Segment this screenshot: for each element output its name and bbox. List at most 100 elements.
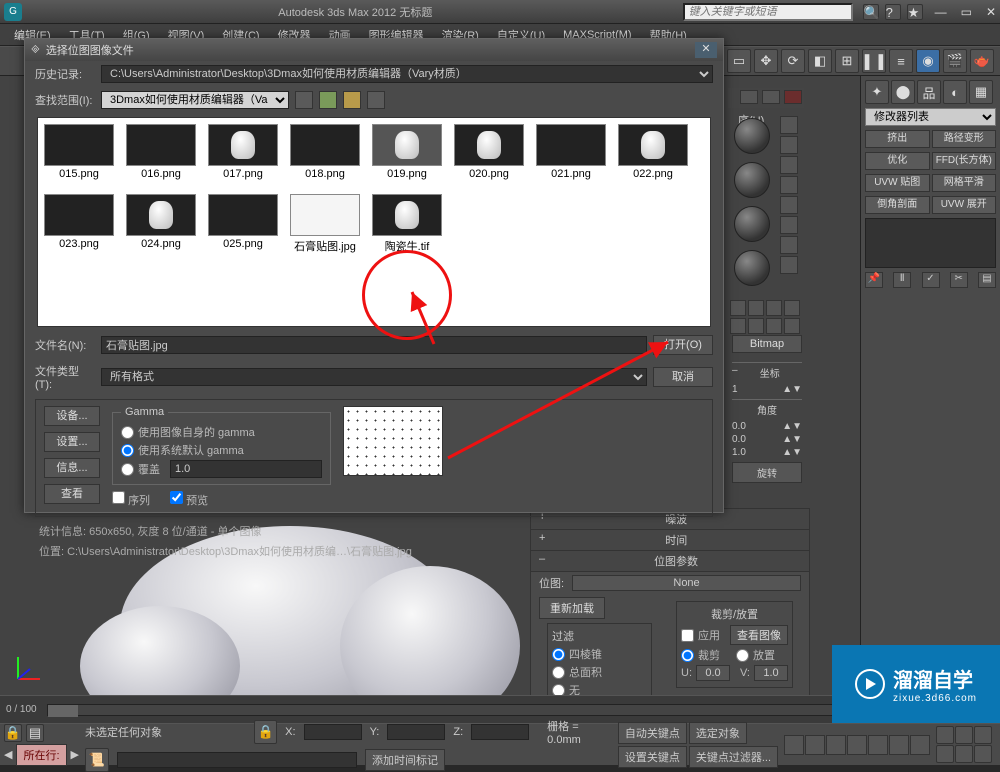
file-item[interactable]: 022.png bbox=[618, 124, 688, 180]
open-button[interactable]: 打开(O) bbox=[653, 335, 713, 355]
material-slot[interactable] bbox=[734, 206, 770, 242]
reload-button[interactable]: 重新加载 bbox=[539, 597, 605, 619]
pin-stack-icon[interactable]: 📌 bbox=[865, 272, 883, 288]
dialog-close-icon[interactable]: ✕ bbox=[695, 42, 717, 58]
file-item[interactable]: 019.png bbox=[372, 124, 442, 180]
tool-select-icon[interactable]: ▭ bbox=[727, 49, 751, 73]
bitmap-slot-button[interactable]: None bbox=[572, 575, 801, 591]
cancel-button[interactable]: 取消 bbox=[653, 367, 713, 387]
cp-motion-icon[interactable]: ◐ bbox=[943, 80, 967, 104]
tool-scale-icon[interactable]: ◧ bbox=[808, 49, 832, 73]
mat-tool-icon[interactable] bbox=[748, 318, 764, 334]
help-search-input[interactable] bbox=[683, 3, 853, 21]
time-slider-handle[interactable] bbox=[48, 705, 78, 717]
cp-modify-icon[interactable]: ⬤ bbox=[891, 80, 915, 104]
lock-icon[interactable]: 🔒 bbox=[4, 724, 22, 742]
help-icon[interactable]: ? bbox=[885, 4, 901, 20]
view-button[interactable]: 查看 bbox=[44, 484, 100, 504]
preview-checkbox[interactable] bbox=[170, 491, 183, 504]
keyfilter-button[interactable]: 关键点过滤器... bbox=[689, 746, 778, 768]
place-radio[interactable] bbox=[736, 649, 749, 662]
mat-sample-type-icon[interactable] bbox=[780, 116, 798, 134]
tool-mirror-icon[interactable]: ▌▐ bbox=[862, 49, 886, 73]
nav-up-icon[interactable] bbox=[319, 91, 337, 109]
mat-backlight-icon[interactable] bbox=[780, 136, 798, 154]
rotate-btn[interactable]: 旋转 bbox=[732, 462, 802, 483]
minimize-icon[interactable]: — bbox=[935, 5, 947, 19]
mat-tool-icon[interactable] bbox=[730, 318, 746, 334]
coord-z-input[interactable] bbox=[471, 724, 529, 740]
setup-button[interactable]: 设置... bbox=[44, 432, 100, 452]
file-item[interactable]: 016.png bbox=[126, 124, 196, 180]
nav-fov-icon[interactable] bbox=[936, 745, 954, 763]
apply-checkbox[interactable] bbox=[681, 629, 694, 642]
cp-hierarchy-icon[interactable]: 品 bbox=[917, 80, 941, 104]
gamma-own-radio[interactable] bbox=[121, 426, 134, 439]
time-config-icon[interactable] bbox=[910, 735, 930, 755]
nav-orbit-icon[interactable] bbox=[955, 745, 973, 763]
crop-w-spinner[interactable]: 1.0 bbox=[754, 665, 788, 681]
listener-input[interactable] bbox=[117, 752, 357, 768]
mat-tool-icon[interactable] bbox=[748, 300, 764, 316]
file-item[interactable]: 021.png bbox=[536, 124, 606, 180]
mod-btn-pathdeform[interactable]: 路径变形 bbox=[932, 130, 997, 148]
file-item[interactable]: 018.png bbox=[290, 124, 360, 180]
mat-options-icon[interactable] bbox=[780, 216, 798, 234]
tool-render-setup-icon[interactable]: 🎬 bbox=[943, 49, 967, 73]
remove-mod-icon[interactable]: ✂ bbox=[950, 272, 968, 288]
nav-zoom-icon[interactable] bbox=[955, 726, 973, 744]
mod-btn-uvwmap[interactable]: UVW 贴图 bbox=[865, 174, 930, 192]
mat-select-icon[interactable] bbox=[780, 236, 798, 254]
mat-video-icon[interactable] bbox=[780, 196, 798, 214]
play-icon[interactable] bbox=[826, 735, 846, 755]
mat-tool-icon[interactable] bbox=[730, 300, 746, 316]
selset-icon[interactable]: ▤ bbox=[26, 724, 44, 742]
goto-end-icon[interactable] bbox=[868, 735, 888, 755]
gamma-system-radio[interactable] bbox=[121, 444, 134, 457]
mat-background-icon[interactable] bbox=[780, 156, 798, 174]
tool-rotate-icon[interactable]: ⟳ bbox=[781, 49, 805, 73]
maximize-icon[interactable]: ▭ bbox=[961, 5, 972, 19]
view-image-button[interactable]: 查看图像 bbox=[730, 625, 788, 645]
sequence-checkbox[interactable] bbox=[112, 491, 125, 504]
dialog-titlebar[interactable]: 🞜 选择位图图像文件 ✕ bbox=[25, 39, 723, 61]
mat-uvtile-icon[interactable] bbox=[780, 176, 798, 194]
file-item[interactable]: 陶瓷牛.tif bbox=[372, 194, 442, 254]
filetype-dropdown[interactable]: 所有格式 bbox=[101, 368, 647, 386]
file-item[interactable]: 015.png bbox=[44, 124, 114, 180]
mat-min-icon[interactable] bbox=[740, 90, 758, 104]
file-item[interactable]: 023.png bbox=[44, 194, 114, 254]
coord-header[interactable]: –坐标 bbox=[732, 362, 802, 382]
next-frame-icon[interactable] bbox=[847, 735, 867, 755]
config-icon[interactable]: ▤ bbox=[978, 272, 996, 288]
coord-y-input[interactable] bbox=[387, 724, 445, 740]
nav-viewmenu-icon[interactable] bbox=[367, 91, 385, 109]
track-tab[interactable]: 所在行: bbox=[16, 744, 66, 766]
star-icon[interactable]: ★ bbox=[907, 4, 923, 20]
tool-render-icon[interactable]: 🫖 bbox=[970, 49, 994, 73]
modifier-stack[interactable] bbox=[865, 218, 996, 268]
addtime-button[interactable]: 添加时间标记 bbox=[365, 749, 445, 771]
crop-u-spinner[interactable]: 0.0 bbox=[696, 665, 730, 681]
modifier-list-dropdown[interactable]: 修改器列表 bbox=[865, 108, 996, 126]
file-list[interactable]: 015.png016.png017.png018.png019.png020.p… bbox=[37, 117, 711, 327]
tool-align-icon[interactable]: ≡ bbox=[889, 49, 913, 73]
close-icon[interactable]: ✕ bbox=[986, 5, 996, 19]
key-mode-icon[interactable] bbox=[889, 735, 909, 755]
cp-display-icon[interactable]: ▦ bbox=[969, 80, 993, 104]
filter-summed-radio[interactable] bbox=[552, 666, 565, 679]
file-item[interactable]: 017.png bbox=[208, 124, 278, 180]
lookin-dropdown[interactable]: 3Dmax如何使用材质编辑器（Va bbox=[101, 91, 289, 109]
nav-pan-icon[interactable] bbox=[936, 726, 954, 744]
mat-tool-icon[interactable] bbox=[784, 318, 800, 334]
material-slot[interactable] bbox=[734, 162, 770, 198]
devices-button[interactable]: 设备... bbox=[44, 406, 100, 426]
info-button[interactable]: 信息... bbox=[44, 458, 100, 478]
mod-btn-ffd[interactable]: FFD(长方体) bbox=[932, 152, 997, 170]
history-dropdown[interactable]: C:\Users\Administrator\Desktop\3Dmax如何使用… bbox=[101, 65, 713, 83]
script-icon[interactable]: 📜 bbox=[85, 748, 109, 772]
mod-btn-uvwunwrap[interactable]: UVW 展开 bbox=[932, 196, 997, 214]
tool-snap-icon[interactable]: ⊞ bbox=[835, 49, 859, 73]
filter-pyramidal-radio[interactable] bbox=[552, 648, 565, 661]
gamma-value-spinner[interactable] bbox=[170, 460, 322, 478]
